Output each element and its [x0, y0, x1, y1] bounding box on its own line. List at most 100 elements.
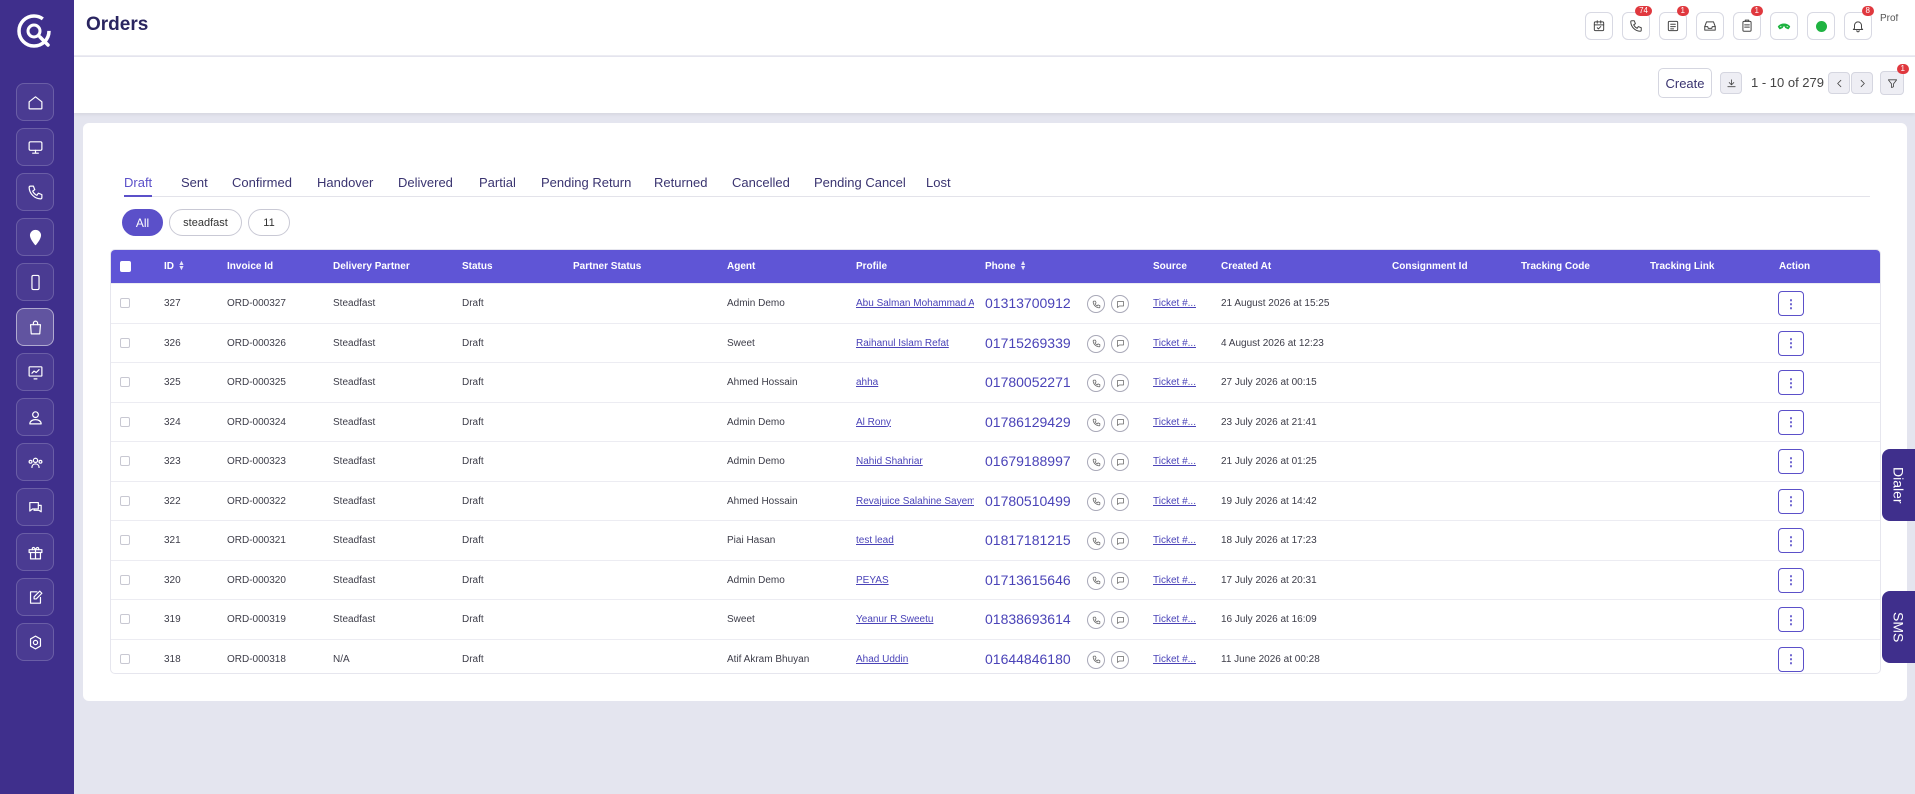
- cell-source[interactable]: Ticket #...: [1153, 561, 1198, 600]
- tab-pending-cancel[interactable]: Pending Cancel: [814, 175, 906, 197]
- nav-notes[interactable]: [16, 578, 54, 616]
- message-button[interactable]: [1111, 295, 1129, 313]
- tab-partial[interactable]: Partial: [479, 175, 516, 197]
- prev-page-button[interactable]: [1828, 72, 1850, 94]
- avatar[interactable]: Prof: [1880, 14, 1904, 40]
- message-button[interactable]: [1111, 413, 1129, 432]
- nav-dashboard[interactable]: [16, 128, 54, 166]
- col-phone[interactable]: Phone ▲ ▼: [985, 250, 1027, 283]
- row-checkbox[interactable]: [120, 495, 130, 506]
- call-button[interactable]: [1087, 453, 1105, 471]
- row-checkbox[interactable]: [120, 416, 130, 427]
- row-action-button[interactable]: ⋮: [1778, 330, 1804, 356]
- row-checkbox[interactable]: [120, 574, 130, 585]
- message-button[interactable]: [1111, 374, 1129, 392]
- cell-profile[interactable]: Ahad Uddin: [856, 640, 974, 674]
- message-button[interactable]: [1111, 611, 1129, 629]
- call-button[interactable]: [1087, 413, 1105, 432]
- calls-button[interactable]: 74: [1622, 6, 1652, 40]
- message-button[interactable]: [1111, 532, 1129, 550]
- chip-11[interactable]: 11: [248, 209, 290, 236]
- online-status-button[interactable]: [1807, 12, 1835, 40]
- cell-profile[interactable]: test lead: [856, 521, 974, 560]
- cell-source[interactable]: Ticket #...: [1153, 640, 1198, 674]
- cell-profile[interactable]: ahha: [856, 363, 974, 402]
- row-action-button[interactable]: ⋮: [1778, 488, 1804, 514]
- cell-profile[interactable]: Raihanul Islam Refat: [856, 324, 974, 363]
- dialer-tab[interactable]: Dialer: [1882, 449, 1915, 521]
- notifications-button[interactable]: 8: [1844, 6, 1874, 40]
- cell-source[interactable]: Ticket #...: [1153, 363, 1198, 402]
- chip-steadfast[interactable]: steadfast: [169, 209, 242, 236]
- nav-gifts[interactable]: [16, 533, 54, 571]
- calendar-button[interactable]: [1585, 12, 1613, 40]
- call-button[interactable]: [1087, 334, 1105, 353]
- call-button[interactable]: [1087, 650, 1105, 669]
- call-button[interactable]: [1087, 611, 1105, 629]
- row-action-button[interactable]: ⋮: [1778, 409, 1804, 435]
- cell-profile[interactable]: PEYAS: [856, 561, 974, 600]
- cell-profile[interactable]: Yeanur R Sweetu: [856, 600, 974, 639]
- next-page-button[interactable]: [1851, 72, 1873, 94]
- nav-contacts[interactable]: [16, 398, 54, 436]
- row-action-button[interactable]: ⋮: [1778, 370, 1804, 395]
- row-checkbox[interactable]: [120, 614, 130, 624]
- nav-settings[interactable]: [16, 623, 54, 661]
- cell-source[interactable]: Ticket #...: [1153, 521, 1198, 560]
- message-button[interactable]: [1111, 453, 1129, 471]
- cell-profile[interactable]: Revajuice Salahine Sayem: [856, 482, 974, 521]
- tab-sent[interactable]: Sent: [181, 175, 208, 197]
- cell-profile[interactable]: Al Rony: [856, 403, 974, 442]
- call-button[interactable]: [1087, 295, 1105, 313]
- nav-chat[interactable]: [16, 488, 54, 526]
- chip-all[interactable]: All: [122, 209, 163, 236]
- download-button[interactable]: [1720, 72, 1742, 94]
- tab-confirmed[interactable]: Confirmed: [232, 175, 292, 197]
- tab-pending-return[interactable]: Pending Return: [541, 175, 631, 197]
- select-all-checkbox[interactable]: [120, 261, 131, 272]
- row-checkbox[interactable]: [120, 456, 130, 466]
- cell-source[interactable]: Ticket #...: [1153, 324, 1198, 363]
- inbox-button[interactable]: [1696, 12, 1724, 40]
- row-checkbox[interactable]: [120, 377, 130, 387]
- row-action-button[interactable]: ⋮: [1778, 607, 1804, 632]
- row-checkbox[interactable]: [120, 535, 130, 545]
- nav-reports[interactable]: [16, 353, 54, 391]
- call-status-button[interactable]: [1770, 12, 1798, 40]
- tab-returned[interactable]: Returned: [654, 175, 707, 197]
- cell-source[interactable]: Ticket #...: [1153, 403, 1198, 442]
- create-button[interactable]: Create: [1658, 68, 1712, 98]
- cell-profile[interactable]: Abu Salman Mohammad A: [856, 284, 974, 323]
- filter-button[interactable]: 1: [1880, 64, 1909, 95]
- cell-source[interactable]: Ticket #...: [1153, 600, 1198, 639]
- row-action-button[interactable]: ⋮: [1778, 449, 1804, 474]
- row-action-button[interactable]: ⋮: [1778, 567, 1804, 593]
- col-id[interactable]: ID ▲ ▼: [164, 250, 185, 283]
- call-button[interactable]: [1087, 571, 1105, 590]
- tab-cancelled[interactable]: Cancelled: [732, 175, 790, 197]
- row-action-button[interactable]: ⋮: [1778, 528, 1804, 553]
- call-button[interactable]: [1087, 532, 1105, 550]
- tab-lost[interactable]: Lost: [926, 175, 951, 197]
- row-checkbox[interactable]: [120, 653, 130, 664]
- nav-calls[interactable]: [16, 173, 54, 211]
- tab-handover[interactable]: Handover: [317, 175, 373, 197]
- cell-source[interactable]: Ticket #...: [1153, 442, 1198, 481]
- sms-tab[interactable]: SMS: [1882, 591, 1915, 663]
- cell-source[interactable]: Ticket #...: [1153, 482, 1198, 521]
- row-checkbox[interactable]: [120, 298, 130, 308]
- row-action-button[interactable]: ⋮: [1778, 646, 1804, 672]
- brand-logo[interactable]: [15, 12, 53, 50]
- message-button[interactable]: [1111, 571, 1129, 590]
- nav-orders[interactable]: [16, 308, 54, 346]
- row-action-button[interactable]: ⋮: [1778, 291, 1804, 316]
- clipboard-button[interactable]: 1: [1733, 6, 1763, 40]
- message-button[interactable]: [1111, 650, 1129, 669]
- row-checkbox[interactable]: [120, 337, 130, 348]
- nav-teams[interactable]: [16, 443, 54, 481]
- nav-home[interactable]: [16, 83, 54, 121]
- call-button[interactable]: [1087, 374, 1105, 392]
- tab-delivered[interactable]: Delivered: [398, 175, 453, 197]
- message-button[interactable]: [1111, 492, 1129, 511]
- cell-source[interactable]: Ticket #...: [1153, 284, 1198, 323]
